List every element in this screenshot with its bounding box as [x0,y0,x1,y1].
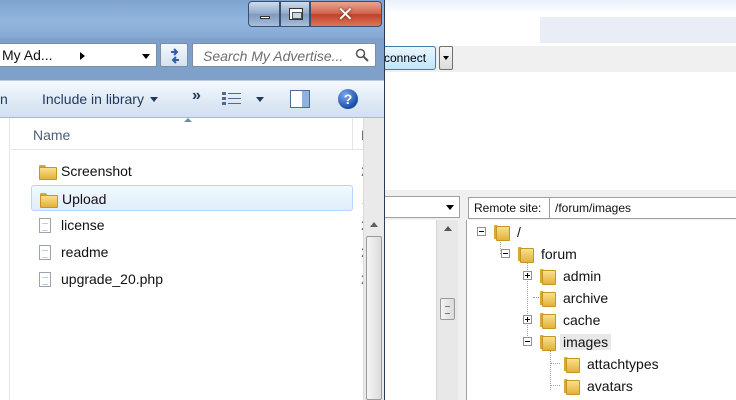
tree-node-label: images [560,334,612,350]
file-name: Screenshot [61,163,132,179]
file-name: Upload [62,191,107,207]
tree-node-avatars[interactable]: avatars [563,376,633,396]
include-in-library-button[interactable]: Include in library [42,91,158,107]
minimize-icon [260,16,270,19]
change-view-icon[interactable] [222,91,242,107]
folder-icon [39,164,57,180]
list-item[interactable]: Screenshot 26 [31,158,377,184]
document-icon [39,272,51,287]
chevron-down-icon [149,97,158,102]
minimize-button[interactable] [248,1,280,27]
message-log-pane [384,72,736,194]
column-header-name[interactable]: Name [33,127,70,143]
tree-connector [550,363,560,364]
local-site-combobox[interactable] [384,196,460,218]
list-item[interactable]: upgrade_20.php 26 [31,266,377,292]
quickconnect-dropdown-button[interactable] [439,46,453,70]
search-icon[interactable] [355,48,369,62]
list-item[interactable]: Upload 26 [31,185,378,211]
document-icon [39,218,51,233]
explorer-window: ✕ My Ad... n Include in library » [0,0,385,400]
folder-icon [40,192,58,208]
command-bar: n Include in library » ? [0,80,384,118]
tree-node-label: attachtypes [587,356,659,372]
refresh-icon [171,48,179,64]
tree-node-admin[interactable]: admin [539,266,601,286]
file-name: readme [61,244,109,260]
quickconnect-button[interactable]: connect [382,46,436,70]
folder-icon [493,225,510,241]
column-divider[interactable] [352,118,353,150]
tree-node-label: / [517,224,521,240]
tree-node-label: archive [563,290,609,306]
chevron-down-icon[interactable] [142,54,150,59]
tree-node-forum[interactable]: forum [517,244,577,264]
tree-node-label: avatars [587,378,633,394]
address-bar[interactable]: My Ad... [0,43,157,67]
list-item[interactable]: license 26 [31,212,377,238]
more-commands-button[interactable]: » [192,87,201,105]
refresh-button[interactable] [160,43,188,67]
local-tree-scrollbar[interactable] [436,220,458,400]
scroll-up-arrow-icon[interactable] [370,222,378,227]
close-icon: ✕ [337,2,354,26]
tree-connector [550,385,560,386]
tree-node-cache[interactable]: cache [539,310,600,330]
breadcrumb-chevron-icon[interactable] [80,52,85,60]
tree-expand-toggle[interactable] [523,271,532,280]
tree-node-images[interactable]: images [539,332,612,352]
breadcrumb[interactable]: My Ad... [2,47,53,63]
file-list-scrollbar[interactable] [363,118,384,400]
search-box[interactable] [192,43,376,67]
tree-collapse-toggle[interactable] [523,337,532,346]
tree-node-attachtypes[interactable]: attachtypes [563,354,659,374]
help-icon[interactable]: ? [338,89,358,109]
tree-node-archive[interactable]: archive [539,288,608,308]
address-row: My Ad... [0,40,384,72]
search-input[interactable] [201,47,351,65]
remote-site-label: Remote site: [468,197,550,219]
document-icon [39,245,51,260]
view-options-dropdown-icon[interactable] [256,97,264,102]
folder-icon [563,379,580,395]
pane-divider [384,190,736,194]
tree-expand-toggle[interactable] [523,315,532,324]
chevron-down-icon [446,205,454,210]
remote-site-path-field[interactable]: /forum/images [550,197,736,219]
file-name: upgrade_20.php [61,271,163,287]
preview-pane-icon[interactable] [290,90,310,108]
tree-node-label: admin [563,268,602,284]
column-header-row: Name Da [11,118,379,150]
maximize-icon [289,8,303,20]
sort-ascending-icon [184,118,192,122]
remote-directory-tree: / forum admin archive cache images attac… [466,220,736,400]
tree-node-root[interactable]: / [493,222,521,242]
explorer-title-bar[interactable]: ✕ [0,0,384,38]
list-item[interactable]: readme 26 [31,239,377,265]
tree-node-label: forum [541,246,577,262]
quickconnect-field-edge [540,17,736,43]
tree-node-label: cache [563,312,601,328]
scrollbar-thumb[interactable] [440,298,455,320]
folder-icon [563,357,580,373]
navigation-pane [0,118,10,400]
tree-collapse-toggle[interactable] [477,227,486,236]
folder-icon [539,269,556,285]
file-name: license [61,217,105,233]
tree-collapse-toggle[interactable] [501,249,510,258]
organize-button[interactable]: n [0,91,8,107]
include-in-library-label: Include in library [42,91,144,107]
local-directory-tree [384,220,436,400]
close-button[interactable]: ✕ [310,1,382,27]
maximize-button[interactable] [280,1,310,27]
folder-icon [539,291,556,307]
folder-icon [539,313,556,329]
tree-connector [550,350,551,390]
folder-icon [517,247,534,263]
scroll-up-arrow-icon[interactable] [444,226,452,231]
scrollbar-thumb[interactable] [366,236,382,400]
folder-icon [539,335,556,351]
remote-site-bar: Remote site: /forum/images [466,196,736,220]
file-view: Name Da Screenshot 26 Upload 26 license … [0,118,384,400]
